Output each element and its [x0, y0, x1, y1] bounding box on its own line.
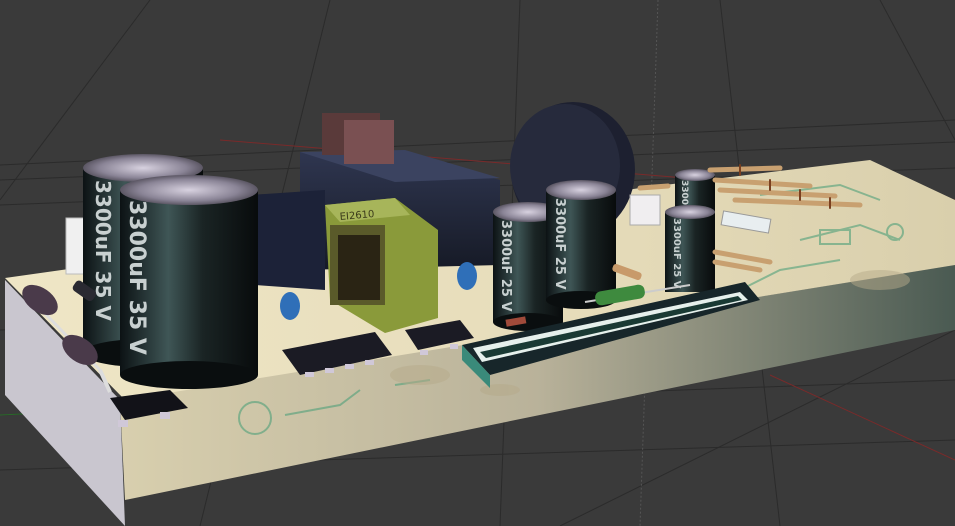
large-capacitor-2[interactable]: 3300uF 35 V — [120, 175, 258, 389]
small-capacitor-2[interactable]: 3300uF 25 V — [665, 205, 715, 292]
mid-capacitor-1-label: 3300uF 25 V — [498, 220, 513, 312]
small-capacitor-2-label: 3300uF 25 V — [671, 218, 682, 289]
large-capacitor-2-label: 3300uF 35 V — [124, 200, 149, 355]
pcb-scene: 3300uF 35 V 3300uF 35 V EI2610 3300uF 25… — [0, 0, 955, 526]
mid-capacitor-2-label: 3300uF 25 V — [552, 198, 567, 290]
blue-capacitor-1[interactable] — [280, 292, 300, 320]
large-capacitor-1-label: 3300uF 35 V — [91, 180, 115, 321]
3d-viewport[interactable]: 3300uF 35 V 3300uF 35 V EI2610 3300uF 25… — [0, 0, 955, 526]
blue-capacitor-2[interactable] — [457, 262, 477, 290]
mid-capacitor-2[interactable]: 3300uF 25 V — [546, 180, 616, 309]
small-white-part — [629, 194, 661, 226]
x-axis-line-front — [769, 374, 955, 461]
